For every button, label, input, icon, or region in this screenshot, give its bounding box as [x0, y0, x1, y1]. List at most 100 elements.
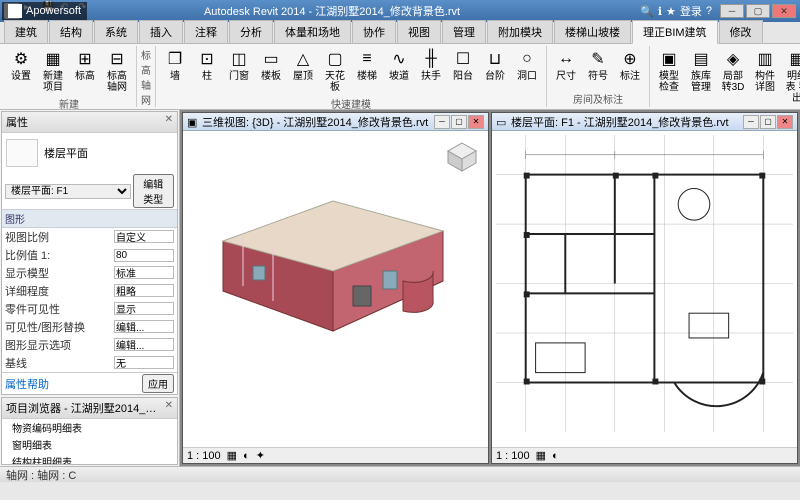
tool-label: 楼板 — [261, 71, 281, 82]
scale-display[interactable]: 1 : 100 — [187, 450, 221, 462]
viewport-plan-canvas[interactable] — [492, 131, 797, 447]
vp-maximize-button[interactable]: ▢ — [760, 115, 776, 129]
property-row: 基线 — [2, 354, 177, 372]
property-key: 基线 — [5, 355, 114, 371]
ribbon-tool-button[interactable]: ▦新建 项目 — [38, 46, 68, 95]
property-key: 零件可见性 — [5, 301, 114, 317]
vp-tool-icon[interactable]: ✦ — [256, 449, 265, 462]
ribbon-tool-button[interactable]: ◈局部 转3D — [718, 46, 748, 95]
viewport-plan: ▭ 楼层平面: F1 - 江湖别墅2014_修改背景色.rvt ─ ▢ ✕ — [491, 112, 798, 464]
tool-icon: ❐ — [164, 48, 186, 70]
ribbon-tool-button[interactable]: ⊕标注 — [615, 46, 645, 84]
property-value-input[interactable] — [114, 338, 174, 351]
ribbon-tab[interactable]: 结构 — [49, 20, 93, 43]
tool-label: 标高 轴网 — [104, 71, 130, 93]
ribbon-tool-button[interactable]: ↔尺寸 — [551, 46, 581, 84]
vp-tool-icon[interactable]: ▦ — [227, 449, 237, 462]
vp-maximize-button[interactable]: ▢ — [451, 115, 467, 129]
ribbon-tool-button[interactable]: ⚙设置 — [6, 46, 36, 84]
ribbon-tool-button[interactable]: ▤族库 管理 — [686, 46, 716, 95]
ribbon-tab[interactable]: 体量和场地 — [274, 20, 351, 43]
tool-icon: △ — [292, 48, 314, 70]
property-value-input[interactable] — [114, 249, 174, 262]
property-value-input[interactable] — [114, 302, 174, 315]
ribbon-tool-button[interactable]: ◫门窗 — [224, 46, 254, 84]
ribbon-tab[interactable]: 理正BIM建筑 — [632, 20, 718, 44]
info-icon[interactable]: ℹ — [658, 5, 662, 18]
ribbon-tab[interactable]: 修改 — [719, 20, 763, 43]
ribbon-tab[interactable]: 协作 — [352, 20, 396, 43]
vp-close-button[interactable]: ✕ — [777, 115, 793, 129]
browser-close-icon[interactable]: ✕ — [165, 400, 173, 416]
ribbon-tab[interactable]: 分析 — [229, 20, 273, 43]
search-help[interactable]: 🔍 ℹ ★ 登录 ? — [640, 3, 712, 19]
ribbon-tool-button[interactable]: △屋顶 — [288, 46, 318, 84]
ribbon-tool-button[interactable]: ∿坡道 — [384, 46, 414, 84]
vp-tool-icon[interactable]: ◐ — [552, 450, 559, 462]
property-value-input[interactable] — [114, 266, 174, 279]
tool-label: 屋顶 — [293, 71, 313, 82]
vp-close-button[interactable]: ✕ — [468, 115, 484, 129]
property-value-input[interactable] — [114, 320, 174, 333]
viewcube[interactable] — [444, 139, 480, 175]
vp-minimize-button[interactable]: ─ — [743, 115, 759, 129]
ribbon-tool-button[interactable]: ▦明细表 导出 — [782, 46, 800, 106]
browser-item[interactable]: 物资编码明细表 — [2, 419, 177, 436]
scale-display[interactable]: 1 : 100 — [496, 450, 530, 462]
minimize-button[interactable]: ─ — [720, 4, 744, 18]
viewport-3d-canvas[interactable] — [183, 131, 488, 447]
ribbon-tool-button[interactable]: ▭楼板 — [256, 46, 286, 84]
maximize-button[interactable]: ▢ — [746, 4, 770, 18]
ribbon-tool-button[interactable]: ✎符号 — [583, 46, 613, 84]
properties-close-icon[interactable]: ✕ — [165, 114, 173, 130]
ribbon-tool-button[interactable]: ⊔台阶 — [480, 46, 510, 84]
ribbon-tool-button[interactable]: ╫扶手 — [416, 46, 446, 84]
browser-item[interactable]: 结构柱明细表 — [2, 453, 177, 465]
ribbon-tool-button[interactable]: ○洞口 — [512, 46, 542, 84]
watermark: Apowersoft — [2, 2, 87, 20]
tool-label: 门窗 — [229, 71, 249, 82]
vp-tool-icon[interactable]: ◐ — [243, 450, 250, 462]
titlebar: ▸ 💾 ↶ ↷ Autodesk Revit 2014 - 江湖别墅2014_修… — [0, 0, 800, 22]
property-value-input[interactable] — [114, 284, 174, 297]
ribbon-tab[interactable]: 管理 — [442, 20, 486, 43]
tool-icon: ⚙ — [10, 48, 32, 70]
ribbon-tool-button[interactable]: ⊟标高 轴网 — [102, 46, 132, 95]
property-row: 零件可见性 — [2, 300, 177, 318]
vp-tool-icon[interactable]: ▦ — [536, 449, 546, 462]
ribbon-tab[interactable]: 附加模块 — [487, 20, 553, 43]
property-value-input[interactable] — [114, 230, 174, 243]
tool-icon: ⊞ — [74, 48, 96, 70]
ribbon-tool-button[interactable]: ▢天花板 — [320, 46, 350, 95]
ribbon-tool-button[interactable]: ▥构件 详图 — [750, 46, 780, 95]
tool-label: 台阶 — [485, 71, 505, 82]
ribbon-tool-button[interactable]: ▣模型 检查 — [654, 46, 684, 95]
login-link[interactable]: 登录 — [680, 3, 702, 19]
ribbon-tab[interactable]: 注释 — [184, 20, 228, 43]
search-icon[interactable]: 🔍 — [640, 5, 654, 18]
property-value-input[interactable] — [114, 356, 174, 369]
tool-label: 新建 项目 — [40, 71, 66, 93]
ribbon-tab[interactable]: 建筑 — [4, 20, 48, 43]
ribbon-tool-button[interactable]: ⊡柱 — [192, 46, 222, 84]
ribbon-group-label: 标高轴网 — [141, 46, 151, 108]
instance-selector[interactable]: 楼层平面: F1 — [5, 184, 131, 199]
ribbon-tool-button[interactable]: ☐阳台 — [448, 46, 478, 84]
ribbon-tab[interactable]: 视图 — [397, 20, 441, 43]
tool-label: 符号 — [588, 71, 608, 82]
edit-type-button[interactable]: 编辑类型 — [133, 174, 174, 208]
properties-panel: 属性 ✕ 楼层平面 楼层平面: F1 编辑类型 图形 视图比例比例值 1:显示模… — [1, 111, 178, 395]
ribbon-tool-button[interactable]: ❐墙 — [160, 46, 190, 84]
apply-button[interactable]: 应用 — [142, 374, 174, 393]
vp-minimize-button[interactable]: ─ — [434, 115, 450, 129]
ribbon-tab[interactable]: 楼梯山坡楼 — [554, 20, 631, 43]
properties-help-link[interactable]: 属性帮助 — [5, 376, 142, 392]
close-button[interactable]: ✕ — [772, 4, 796, 18]
ribbon-tab[interactable]: 系统 — [94, 20, 138, 43]
browser-item[interactable]: 窗明细表 — [2, 436, 177, 453]
ribbon-tab[interactable]: 插入 — [139, 20, 183, 43]
favorite-icon[interactable]: ★ — [666, 5, 676, 18]
help-icon[interactable]: ? — [706, 5, 712, 17]
ribbon-tool-button[interactable]: ≡楼梯 — [352, 46, 382, 84]
ribbon-tool-button[interactable]: ⊞标高 — [70, 46, 100, 84]
